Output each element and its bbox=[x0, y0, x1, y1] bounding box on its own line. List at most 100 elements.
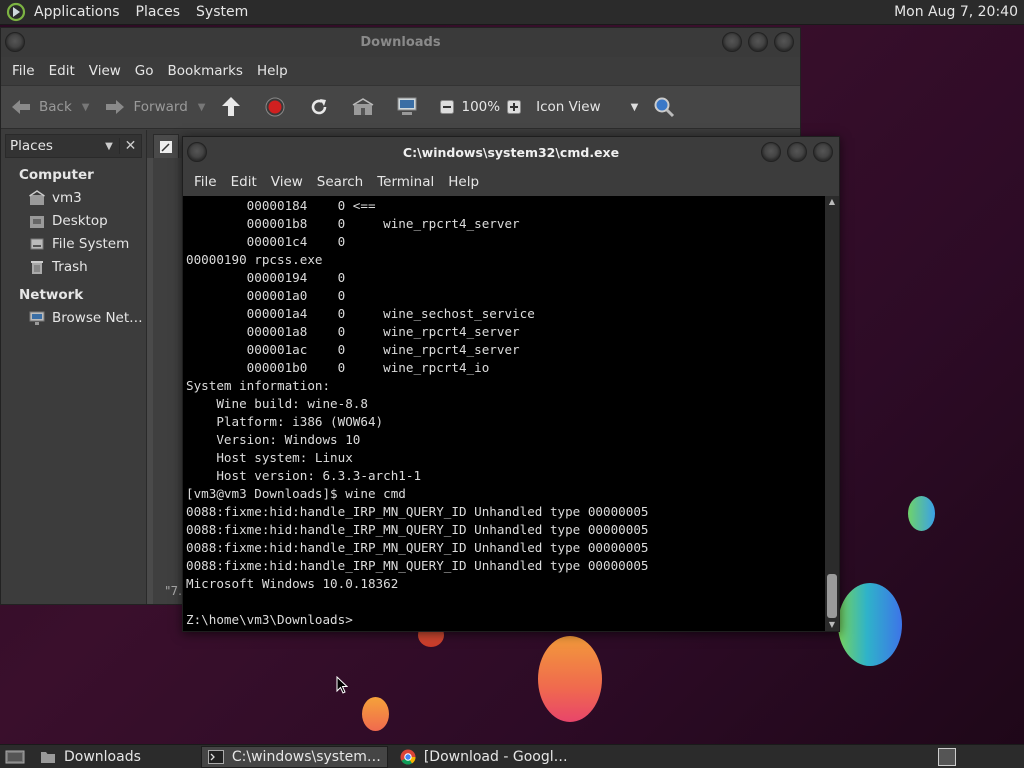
system-menu[interactable]: System bbox=[188, 4, 256, 20]
menu-help[interactable]: Help bbox=[250, 63, 295, 79]
terminal-line: 0088:fixme:hid:handle_IRP_MN_QUERY_ID Un… bbox=[186, 522, 649, 537]
menu-help[interactable]: Help bbox=[441, 174, 486, 190]
scrollbar-thumb[interactable] bbox=[827, 574, 837, 618]
search-button[interactable] bbox=[652, 95, 682, 119]
desktop-folder-icon bbox=[29, 213, 45, 229]
sidebar-item-label: vm3 bbox=[52, 189, 82, 206]
zoom-out-icon[interactable] bbox=[439, 95, 455, 119]
file-manager-titlebar[interactable]: Downloads bbox=[1, 28, 800, 57]
places-menu[interactable]: Places bbox=[128, 4, 189, 20]
terminal-line: 00000194 0 bbox=[186, 270, 346, 285]
sidebar-item-trash[interactable]: Trash bbox=[1, 255, 146, 278]
menu-search[interactable]: Search bbox=[310, 174, 370, 190]
close-button[interactable] bbox=[813, 142, 833, 162]
terminal-line: 000001ac 0 wine_rpcrt4_server bbox=[186, 342, 520, 357]
applications-menu[interactable]: Applications bbox=[26, 4, 128, 20]
terminal-line: Version: Windows 10 bbox=[186, 432, 361, 447]
forward-button[interactable]: Forward ▼ bbox=[103, 95, 205, 119]
wallpaper-bubble bbox=[908, 496, 935, 531]
view-mode-label: Icon View bbox=[536, 99, 601, 115]
sidebar-item-label: Desktop bbox=[52, 212, 108, 229]
terminal-line: 000001a4 0 wine_sechost_service bbox=[186, 306, 535, 321]
close-sidebar-icon[interactable]: ✕ bbox=[119, 138, 141, 154]
zoom-control: 100% bbox=[439, 95, 528, 119]
back-label: Back bbox=[39, 99, 72, 115]
forward-history-dropdown-icon[interactable]: ▼ bbox=[198, 102, 206, 113]
sidebar-group-network: Network bbox=[19, 287, 84, 303]
up-arrow-icon bbox=[219, 95, 243, 119]
computer-button[interactable] bbox=[395, 95, 425, 119]
terminal-line: 0088:fixme:hid:handle_IRP_MN_QUERY_ID Un… bbox=[186, 558, 649, 573]
sidebar-item-file-system[interactable]: File System bbox=[1, 232, 146, 255]
chrome-icon bbox=[400, 749, 416, 765]
menu-terminal[interactable]: Terminal bbox=[370, 174, 441, 190]
sidebar-item-vm3[interactable]: vm3 bbox=[1, 186, 146, 209]
terminal-line: 00000184 0 <== bbox=[186, 198, 376, 213]
minimize-button[interactable] bbox=[761, 142, 781, 162]
chevron-down-icon[interactable]: ▼ bbox=[99, 141, 119, 152]
maximize-button[interactable] bbox=[787, 142, 807, 162]
view-mode-select[interactable]: Icon View ▼ bbox=[536, 99, 638, 115]
reload-button[interactable] bbox=[307, 95, 337, 119]
terminal-titlebar[interactable]: C:\windows\system32\cmd.exe bbox=[183, 137, 839, 167]
terminal-line: Host system: Linux bbox=[186, 450, 353, 465]
menu-file[interactable]: File bbox=[187, 174, 224, 190]
sidebar-item-label: File System bbox=[52, 235, 130, 252]
menu-edit[interactable]: Edit bbox=[42, 63, 82, 79]
stop-icon bbox=[263, 95, 287, 119]
clock[interactable]: Mon Aug 7, 20:40 bbox=[894, 4, 1024, 20]
sidebar-group-computer: Computer bbox=[19, 167, 94, 183]
minimize-button[interactable] bbox=[722, 32, 742, 52]
sidebar-item-browse-network[interactable]: Browse Net… bbox=[1, 306, 146, 329]
taskbar-item-chrome[interactable]: [Download - Googl… bbox=[394, 746, 574, 768]
show-desktop-button[interactable] bbox=[2, 746, 28, 768]
window-menu-button[interactable] bbox=[5, 32, 25, 52]
terminal-line: Host version: 6.3.3-arch1-1 bbox=[186, 468, 422, 483]
sidebar-header: Places ▼ ✕ bbox=[5, 134, 142, 158]
file-view-scrollbar[interactable] bbox=[147, 158, 153, 604]
top-panel: Applications Places System Mon Aug 7, 20… bbox=[0, 0, 1024, 25]
taskbar-item-cmd[interactable]: C:\windows\system… bbox=[200, 745, 388, 768]
mouse-pointer-icon bbox=[336, 676, 348, 694]
home-button[interactable] bbox=[351, 95, 381, 119]
up-button[interactable] bbox=[219, 95, 249, 119]
terminal-line: Z:\home\vm3\Downloads> bbox=[186, 612, 353, 627]
status-fragment: "7. bbox=[165, 584, 182, 598]
terminal-line: 000001a0 0 bbox=[186, 288, 346, 303]
menu-edit[interactable]: Edit bbox=[224, 174, 264, 190]
workspace-switcher[interactable] bbox=[938, 747, 956, 766]
close-button[interactable] bbox=[774, 32, 794, 52]
terminal-line: 0088:fixme:hid:handle_IRP_MN_QUERY_ID Un… bbox=[186, 504, 649, 519]
menu-view[interactable]: View bbox=[264, 174, 310, 190]
sidebar-item-desktop[interactable]: Desktop bbox=[1, 209, 146, 232]
trash-icon bbox=[29, 259, 45, 275]
wallpaper-bubble bbox=[538, 636, 602, 722]
terminal-scrollbar[interactable]: ▲ ▼ bbox=[825, 196, 839, 631]
forward-arrow-icon bbox=[103, 95, 127, 119]
taskbar-item-downloads[interactable]: Downloads bbox=[34, 746, 147, 768]
sidebar-pane-select[interactable]: Places bbox=[6, 138, 99, 154]
edit-location-button[interactable] bbox=[153, 134, 179, 158]
terminal-line: System information: bbox=[186, 378, 331, 393]
zoom-in-icon[interactable] bbox=[506, 95, 522, 119]
maximize-button[interactable] bbox=[748, 32, 768, 52]
menu-bookmarks[interactable]: Bookmarks bbox=[161, 63, 250, 79]
terminal-window: C:\windows\system32\cmd.exe File Edit Vi… bbox=[182, 136, 840, 632]
terminal-line: 000001c4 0 bbox=[186, 234, 346, 249]
window-menu-button[interactable] bbox=[187, 142, 207, 162]
stop-button[interactable] bbox=[263, 95, 293, 119]
menu-file[interactable]: File bbox=[5, 63, 42, 79]
menu-go[interactable]: Go bbox=[128, 63, 161, 79]
terminal-output[interactable]: 00000184 0 <== 000001b8 0 wine_rpcrt4_se… bbox=[183, 196, 825, 631]
scroll-down-icon[interactable]: ▼ bbox=[825, 619, 839, 631]
menu-view[interactable]: View bbox=[82, 63, 128, 79]
taskbar-item-label: Downloads bbox=[64, 748, 141, 765]
wallpaper-bubble bbox=[838, 583, 902, 666]
back-history-dropdown-icon[interactable]: ▼ bbox=[82, 102, 90, 113]
network-icon bbox=[29, 310, 45, 326]
computer-icon bbox=[395, 95, 419, 119]
applications-logo-icon[interactable] bbox=[6, 2, 26, 22]
taskbar-item-label: C:\windows\system… bbox=[231, 748, 381, 765]
back-button[interactable]: Back ▼ bbox=[9, 95, 89, 119]
scroll-up-icon[interactable]: ▲ bbox=[825, 196, 839, 208]
